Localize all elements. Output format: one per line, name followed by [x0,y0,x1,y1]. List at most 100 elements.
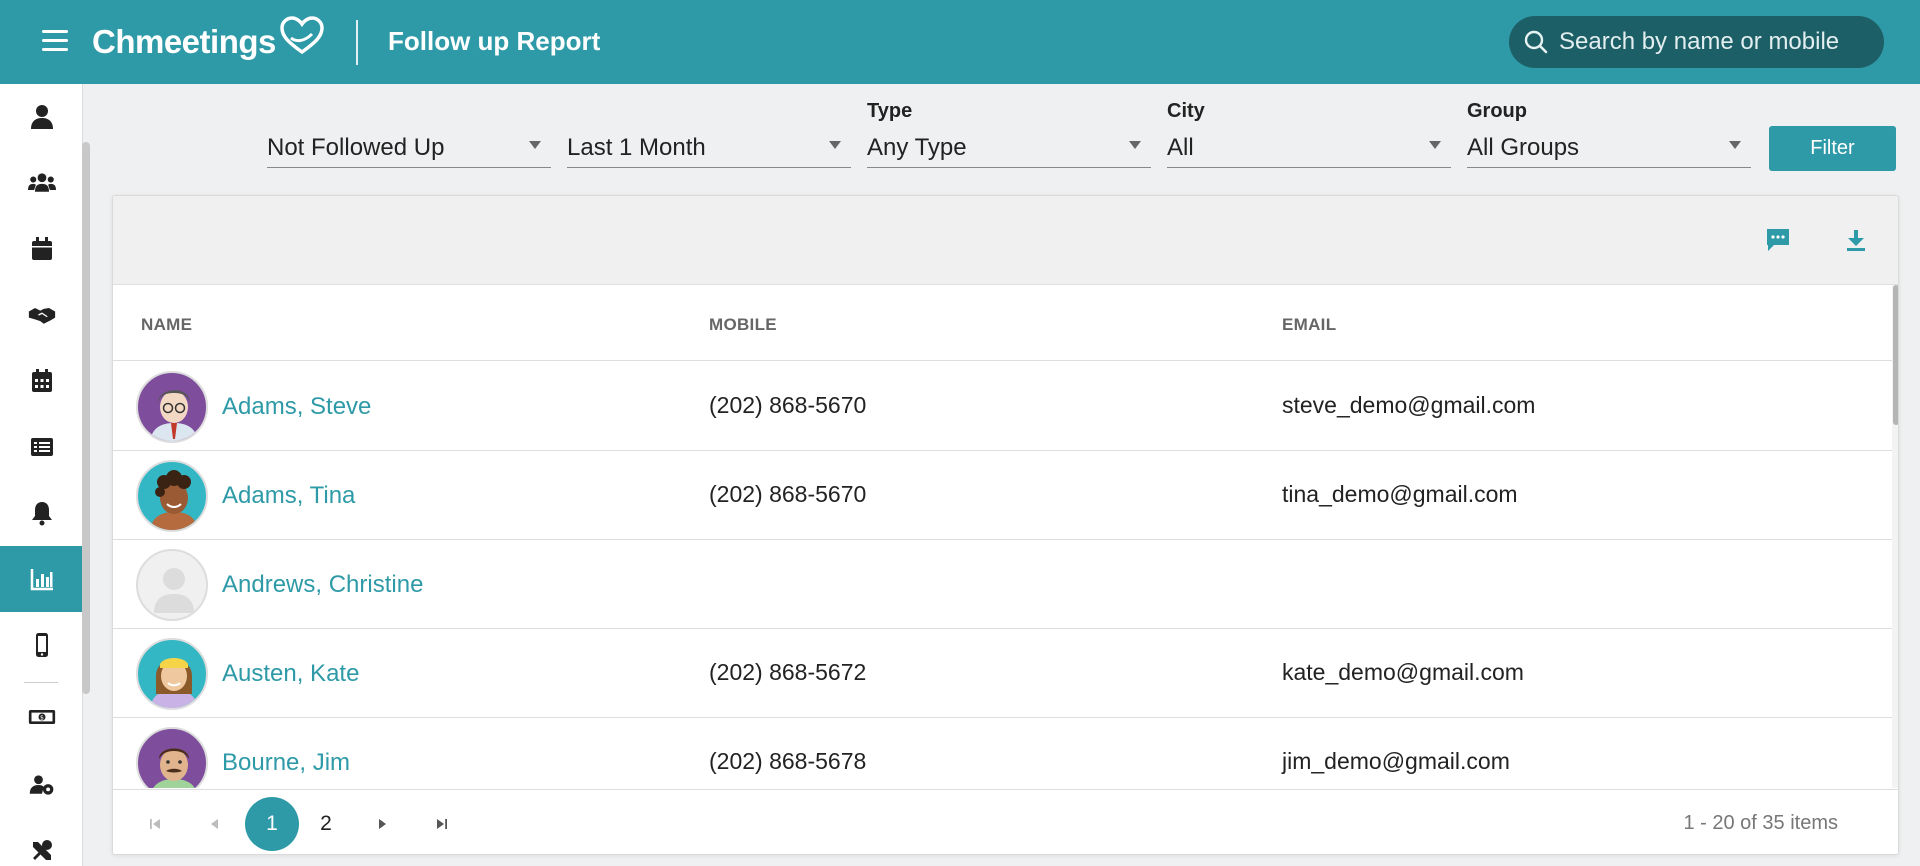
previous-page-button[interactable] [201,810,229,838]
tools-icon [32,840,52,860]
table-row[interactable]: Andrews, Christine [113,540,1893,629]
period-filter-select[interactable]: Last 1 Month [567,126,851,168]
woman-blonde-avatar [136,638,208,710]
contact-name-link[interactable]: Adams, Steve [222,393,371,421]
table-row[interactable]: Bourne, Jim (202) 868-5678 jim_demo@gmai… [113,718,1893,788]
pagination: 1 2 1 - 20 of 35 items [113,789,1898,854]
download-button[interactable] [1840,224,1872,256]
pagination-info: 1 - 20 of 35 items [1683,812,1838,834]
status-filter-value: Not Followed Up [267,134,445,161]
hamburger-menu-icon[interactable] [42,30,68,52]
sidebar-separator [24,682,58,683]
report-toolbar [113,196,1898,285]
group-filter-label: Group [1467,100,1527,122]
message-icon [1767,229,1789,251]
status-filter: Not Followed Up [267,96,551,171]
svg-text:$: $ [40,715,44,722]
last-page-button[interactable] [428,810,456,838]
type-filter-label: Type [867,100,913,122]
search-icon [1524,30,1548,54]
table-body: Adams, Steve (202) 868-5670 steve_demo@g… [113,362,1893,788]
contact-name-link[interactable]: Bourne, Jim [222,749,350,777]
type-filter: Type Any Type [867,96,1151,171]
next-page-button[interactable] [368,810,396,838]
sidebar-item-settings[interactable] [0,818,83,866]
sidebar-item-events[interactable] [0,216,83,282]
calendar-icon [31,237,52,260]
placeholder-avatar [136,549,208,621]
table-row[interactable]: Austen, Kate (202) 868-5672 kate_demo@gm… [113,629,1893,718]
first-page-icon [150,819,160,829]
page-1-button[interactable]: 1 [245,797,299,851]
search-box[interactable] [1509,16,1884,68]
scrollbar-thumb[interactable] [1893,285,1898,425]
caret-down-icon [1429,141,1441,149]
sidebar-item-calendar[interactable] [0,348,83,414]
table-row[interactable]: Adams, Steve (202) 868-5670 steve_demo@g… [113,362,1893,451]
contact-name-link[interactable]: Austen, Kate [222,660,359,688]
sidebar-item-notifications[interactable] [0,480,83,546]
table-row[interactable]: Adams, Tina (202) 868-5670 tina_demo@gma… [113,451,1893,540]
column-header-name[interactable]: NAME [141,315,192,335]
woman-curly-avatar [136,460,208,532]
users-gear-icon [29,775,53,795]
sidebar-item-groups[interactable] [0,150,83,216]
status-filter-select[interactable]: Not Followed Up [267,126,551,168]
contact-email: steve_demo@gmail.com [1282,392,1536,418]
handshake-icon [28,308,55,324]
mobile-icon [35,633,48,657]
app-logo[interactable]: Chmeetings [92,16,326,66]
sidebar-item-lists[interactable] [0,414,83,480]
search-input[interactable] [1559,28,1879,56]
contact-name-link[interactable]: Adams, Tina [222,482,355,510]
contact-name-link[interactable]: Andrews, Christine [222,571,423,599]
page-2-button[interactable]: 2 [299,797,353,851]
top-bar: Chmeetings Follow up Report [0,0,1920,84]
city-filter: City All [1167,96,1451,171]
table-scrollbar[interactable] [1892,285,1898,788]
list-icon [30,438,53,456]
sidebar-item-reports[interactable] [0,546,83,612]
caret-down-icon [529,141,541,149]
contact-mobile: (202) 868-5678 [709,748,867,774]
contact-mobile: (202) 868-5670 [709,392,867,418]
sidebar: $ [0,84,83,866]
caret-down-icon [1729,141,1741,149]
column-header-mobile[interactable]: MOBILE [709,315,777,335]
sidebar-item-people[interactable] [0,84,83,150]
sidebar-item-user-roles[interactable] [0,752,83,818]
city-filter-select[interactable]: All [1167,126,1451,168]
group-filter: Group All Groups [1467,96,1751,171]
period-filter: Last 1 Month [567,96,851,171]
group-filter-select[interactable]: All Groups [1467,126,1751,168]
contact-email: jim_demo@gmail.com [1282,748,1510,774]
sidebar-item-mobile-app[interactable] [0,612,83,678]
person-icon [30,105,53,129]
type-filter-select[interactable]: Any Type [867,126,1151,168]
city-filter-value: All [1167,134,1194,161]
previous-page-icon [211,819,218,829]
filter-button[interactable]: Filter [1769,126,1896,171]
page-title: Follow up Report [388,26,601,56]
column-header-email[interactable]: EMAIL [1282,315,1336,335]
last-page-icon [437,819,447,829]
contact-mobile: (202) 868-5672 [709,659,867,685]
bell-icon [31,502,52,526]
sidebar-item-volunteers[interactable] [0,282,83,348]
logo-heart-icon [280,16,324,55]
bar-chart-icon [30,569,53,591]
sidebar-item-contributions[interactable]: $ [0,684,83,750]
sidebar-scrollbar[interactable] [82,142,90,694]
contact-email: kate_demo@gmail.com [1282,659,1524,685]
contact-mobile: (202) 868-5670 [709,481,867,507]
table-header: NAME MOBILE EMAIL [113,285,1893,361]
period-filter-value: Last 1 Month [567,134,706,161]
download-icon [1847,230,1865,251]
calendar-grid-icon [31,369,52,392]
report-panel: NAME MOBILE EMAIL Adams, Steve (202) 868… [112,195,1899,855]
first-page-button[interactable] [141,810,169,838]
city-filter-label: City [1167,100,1205,122]
send-message-button[interactable] [1762,224,1794,256]
contact-email: tina_demo@gmail.com [1282,481,1518,507]
people-icon [27,173,56,192]
